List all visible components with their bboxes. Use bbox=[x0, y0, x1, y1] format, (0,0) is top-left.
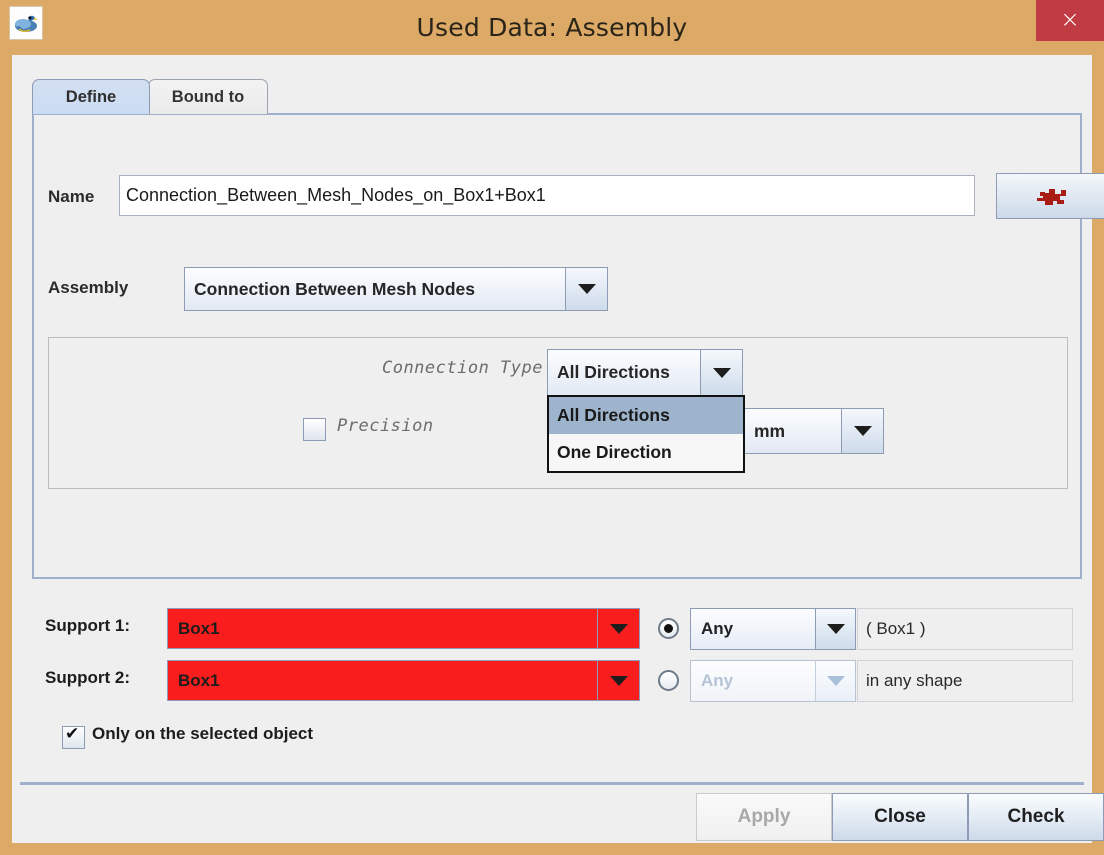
assembly-combobox[interactable]: Connection Between Mesh Nodes bbox=[184, 267, 608, 311]
chevron-down-icon bbox=[827, 624, 845, 634]
chevron-down-icon bbox=[578, 284, 596, 294]
apply-button-label: Apply bbox=[738, 806, 791, 828]
tab-bound-to-label: Bound to bbox=[172, 88, 244, 107]
support-2-combobox[interactable]: Box1 bbox=[167, 660, 640, 701]
name-row: Name bbox=[48, 175, 1070, 223]
dialog-content: Define Bound to Name bbox=[12, 55, 1092, 843]
chevron-down-icon bbox=[713, 368, 731, 378]
connection-settings-group: Connection Type All Directions Precision… bbox=[48, 337, 1068, 489]
support-1-label: Support 1: bbox=[45, 616, 130, 636]
precision-checkbox[interactable] bbox=[303, 418, 326, 441]
chevron-down-icon bbox=[610, 624, 628, 634]
connection-type-dropdown-list[interactable]: All Directions One Direction bbox=[547, 395, 745, 473]
close-icon: × bbox=[1060, 9, 1079, 32]
assembly-value: Connection Between Mesh Nodes bbox=[194, 268, 475, 310]
chevron-down-icon bbox=[854, 426, 872, 436]
support-2-filter-dropdown-arrow bbox=[815, 661, 855, 701]
close-button[interactable]: Close bbox=[832, 793, 968, 841]
assembly-label: Assembly bbox=[48, 278, 128, 298]
support-1-filter-value: Any bbox=[701, 609, 733, 649]
support-area: Support 1: Box1 Any ( Box1 ) Support 2: bbox=[12, 603, 1092, 783]
connection-type-value: All Directions bbox=[557, 350, 670, 395]
support-1-combobox[interactable]: Box1 bbox=[167, 608, 640, 649]
name-label: Name bbox=[48, 187, 94, 207]
support-2-label: Support 2: bbox=[45, 668, 130, 688]
only-on-selected-object-checkbox[interactable] bbox=[62, 726, 85, 749]
red-connection-icon-button[interactable] bbox=[996, 173, 1104, 219]
support-2-filter-value: Any bbox=[701, 661, 733, 701]
check-button[interactable]: Check bbox=[968, 793, 1104, 841]
apply-button[interactable]: Apply bbox=[696, 793, 832, 841]
chevron-down-icon bbox=[610, 676, 628, 686]
support-1-dropdown-arrow[interactable] bbox=[597, 609, 639, 648]
tab-define[interactable]: Define bbox=[32, 79, 150, 114]
support-2-filter-combobox: Any bbox=[690, 660, 856, 702]
support-2-note-text: in any shape bbox=[866, 671, 962, 691]
support-2-note: in any shape bbox=[857, 660, 1073, 702]
dropdown-option-one-direction[interactable]: One Direction bbox=[549, 434, 743, 471]
support-2-value: Box1 bbox=[178, 661, 220, 700]
window-title: Used Data: Assembly bbox=[0, 0, 1104, 55]
precision-unit-combobox[interactable]: mm bbox=[744, 408, 884, 454]
support-1-radio[interactable] bbox=[658, 618, 679, 639]
support-2-dropdown-arrow[interactable] bbox=[597, 661, 639, 700]
connection-type-label: Connection Type bbox=[339, 358, 543, 378]
dropdown-option-label: All Directions bbox=[557, 405, 670, 426]
assembly-dropdown-arrow[interactable] bbox=[565, 268, 607, 310]
connection-type-dropdown-arrow[interactable] bbox=[700, 350, 742, 395]
title-bar: Used Data: Assembly × bbox=[0, 0, 1104, 55]
precision-unit-dropdown-arrow[interactable] bbox=[841, 409, 883, 453]
tab-bound-to[interactable]: Bound to bbox=[148, 79, 268, 114]
name-input[interactable] bbox=[119, 175, 975, 216]
close-button-label: Close bbox=[874, 806, 926, 828]
support-1-note: ( Box1 ) bbox=[857, 608, 1073, 650]
precision-unit-value: mm bbox=[754, 409, 785, 453]
connection-type-combobox[interactable]: All Directions bbox=[547, 349, 743, 396]
only-on-selected-object-label: Only on the selected object bbox=[92, 724, 313, 744]
dropdown-option-all-directions[interactable]: All Directions bbox=[549, 397, 743, 434]
footer-separator bbox=[20, 782, 1084, 785]
chevron-down-icon bbox=[827, 676, 845, 686]
precision-label: Precision bbox=[337, 416, 434, 436]
tab-define-label: Define bbox=[66, 88, 116, 107]
dropdown-option-label: One Direction bbox=[557, 442, 672, 463]
close-window-button[interactable]: × bbox=[1036, 0, 1104, 41]
dialog-window: Used Data: Assembly × Define Bound to Na… bbox=[0, 0, 1104, 855]
support-2-radio[interactable] bbox=[658, 670, 679, 691]
support-1-filter-combobox[interactable]: Any bbox=[690, 608, 856, 650]
support-1-note-text: ( Box1 ) bbox=[866, 619, 926, 639]
red-connection-icon bbox=[1034, 184, 1068, 208]
check-button-label: Check bbox=[1007, 806, 1064, 828]
support-1-value: Box1 bbox=[178, 609, 220, 648]
define-tab-panel: Name Assembly Connection Between Mesh No… bbox=[32, 113, 1082, 579]
support-1-filter-dropdown-arrow[interactable] bbox=[815, 609, 855, 649]
